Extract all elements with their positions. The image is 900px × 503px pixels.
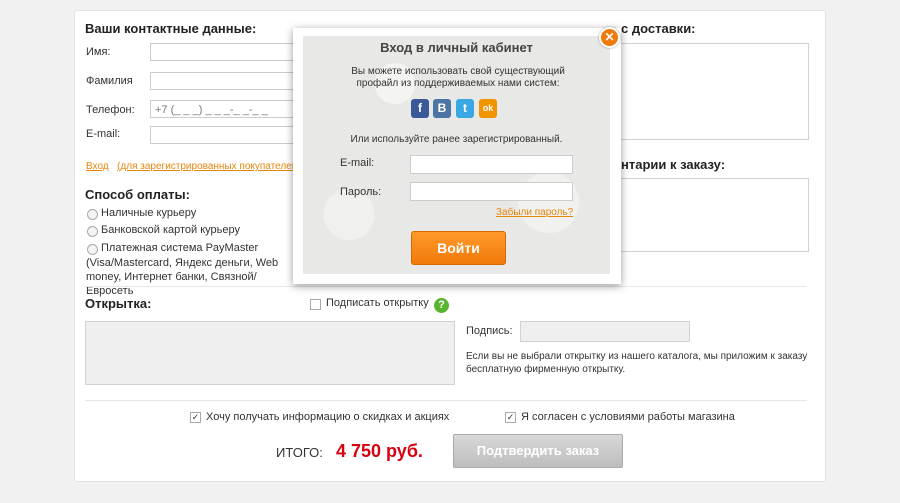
- login-button[interactable]: Войти: [411, 231, 506, 265]
- signature-input[interactable]: [520, 321, 690, 342]
- facebook-icon[interactable]: f: [411, 99, 429, 118]
- modal-email-input[interactable]: [410, 155, 573, 174]
- modal-password-input[interactable]: [410, 182, 573, 201]
- name-label: Имя:: [86, 46, 111, 58]
- modal-alt-text: Или используйте ранее зарегистрированный…: [350, 134, 563, 145]
- modal-password-label: Пароль:: [340, 186, 382, 198]
- login-link[interactable]: Вход: [86, 161, 109, 172]
- sign-postcard-label: Подписать открытку: [326, 297, 429, 309]
- payment-option-card: Банковской картой курьеру: [101, 224, 240, 236]
- payment-title: Способ оплаты:: [85, 187, 190, 202]
- subscribe-checkbox[interactable]: ✓: [190, 412, 201, 423]
- paymaster-details: (Visa/Mastercard, Яндекс деньги, Web mon…: [86, 257, 279, 297]
- twitter-icon[interactable]: t: [456, 99, 474, 118]
- forgot-password-link[interactable]: Забыли пароль?: [496, 207, 573, 218]
- delivery-address-textarea[interactable]: [620, 43, 809, 140]
- payment-option-cash: Наличные курьеру: [101, 207, 197, 219]
- surname-label: Фамилия: [86, 75, 133, 87]
- confirm-order-button[interactable]: Подтвердить заказ: [453, 434, 623, 468]
- registered-note[interactable]: (для зарегистрированных покупателей): [117, 161, 293, 172]
- divider: [85, 286, 807, 287]
- phone-input[interactable]: +7 (_ _ _) _ _ _-_ _-_ _: [150, 100, 295, 118]
- payment-radio-card[interactable]: [87, 226, 98, 237]
- payment-radio-paymaster[interactable]: [87, 244, 98, 255]
- postcard-note: Если вы не выбрали открытку из нашего ка…: [466, 351, 808, 375]
- agree-checkbox[interactable]: ✓: [505, 412, 516, 423]
- surname-input[interactable]: [150, 72, 295, 90]
- name-input[interactable]: [150, 43, 295, 61]
- divider: [85, 400, 807, 401]
- delivery-title: с доставки:: [621, 21, 696, 36]
- help-icon[interactable]: ?: [434, 298, 449, 313]
- postcard-title: Открытка:: [85, 296, 152, 311]
- comments-textarea[interactable]: [620, 178, 809, 252]
- close-icon[interactable]: ✕: [599, 27, 620, 48]
- email-label: E-mail:: [86, 128, 121, 140]
- postcard-textarea[interactable]: [85, 321, 455, 385]
- payment-option-paymaster: Платежная система PayMaster: [101, 242, 259, 254]
- login-row: Вход (для зарегистрированных покупателей…: [86, 156, 293, 174]
- modal-intro: Вы можете использовать свой существующий…: [351, 66, 565, 89]
- contacts-title: Ваши контактные данные:: [85, 21, 257, 36]
- odnoklassniki-icon[interactable]: ok: [479, 99, 497, 118]
- sign-postcard-checkbox[interactable]: [310, 299, 321, 310]
- vk-icon[interactable]: B: [433, 99, 451, 118]
- email-input[interactable]: [150, 126, 295, 144]
- agree-label: Я согласен с условиями работы магазина: [521, 411, 735, 423]
- comments-title: нтарии к заказу:: [621, 157, 726, 172]
- modal-email-label: E-mail:: [340, 157, 375, 169]
- payment-radio-cash[interactable]: [87, 209, 98, 220]
- subscribe-label: Хочу получать информацию о скидках и акц…: [206, 411, 450, 423]
- modal-title: Вход в личный кабинет: [380, 40, 533, 55]
- total-label: ИТОГО:: [276, 445, 323, 460]
- phone-label: Телефон:: [86, 104, 135, 116]
- total-value: 4 750 руб.: [336, 441, 423, 461]
- signature-label: Подпись:: [466, 325, 513, 337]
